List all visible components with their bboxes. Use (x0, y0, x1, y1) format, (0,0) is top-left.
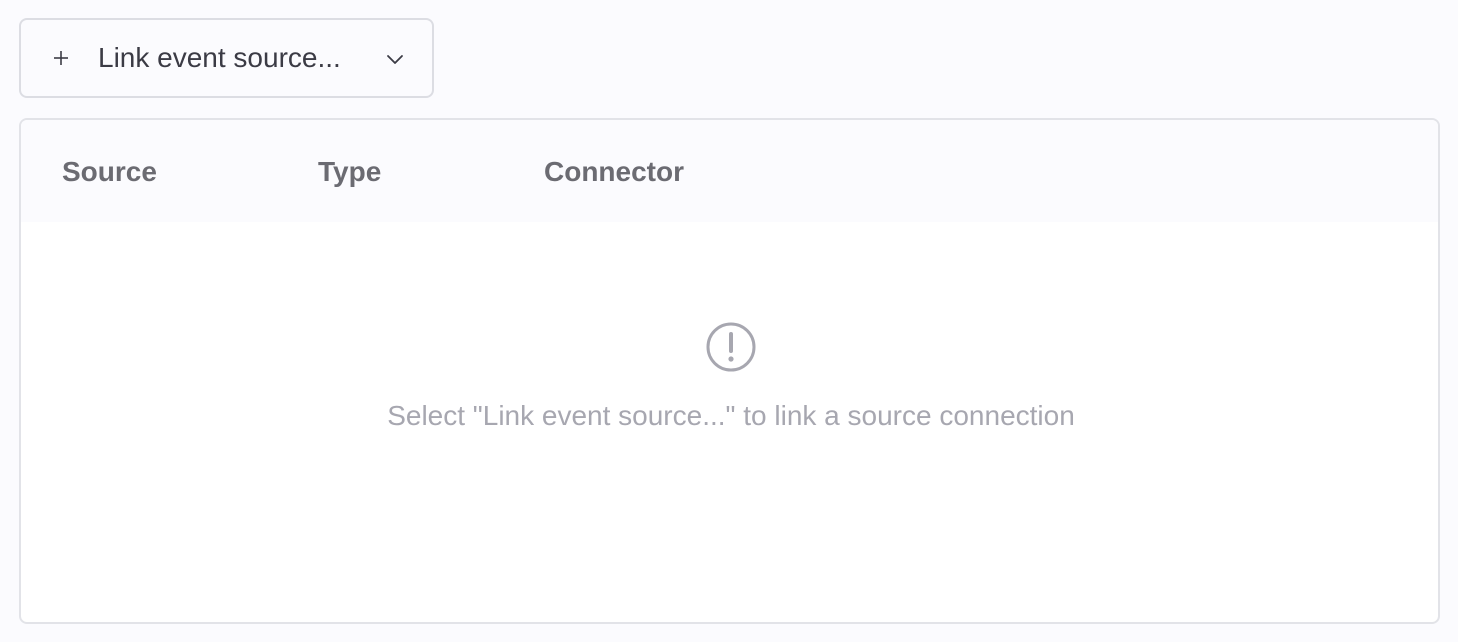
chevron-down-icon (385, 49, 405, 69)
link-event-source-label: Link event source... (98, 42, 341, 73)
column-header-type[interactable]: Type (318, 156, 381, 188)
plus-icon (50, 47, 72, 69)
event-sources-table: Source Type Connector Select "Link event… (19, 118, 1440, 624)
exclamation-circle-icon (705, 321, 757, 373)
table-header: Source Type Connector (21, 120, 1438, 222)
column-header-connector[interactable]: Connector (544, 156, 684, 188)
empty-state-message: Select "Link event source..." to link a … (387, 400, 1075, 431)
column-header-source[interactable]: Source (62, 156, 157, 188)
empty-state: Select "Link event source..." to link a … (21, 222, 1438, 622)
link-event-source-button[interactable]: Link event source... (19, 18, 434, 98)
